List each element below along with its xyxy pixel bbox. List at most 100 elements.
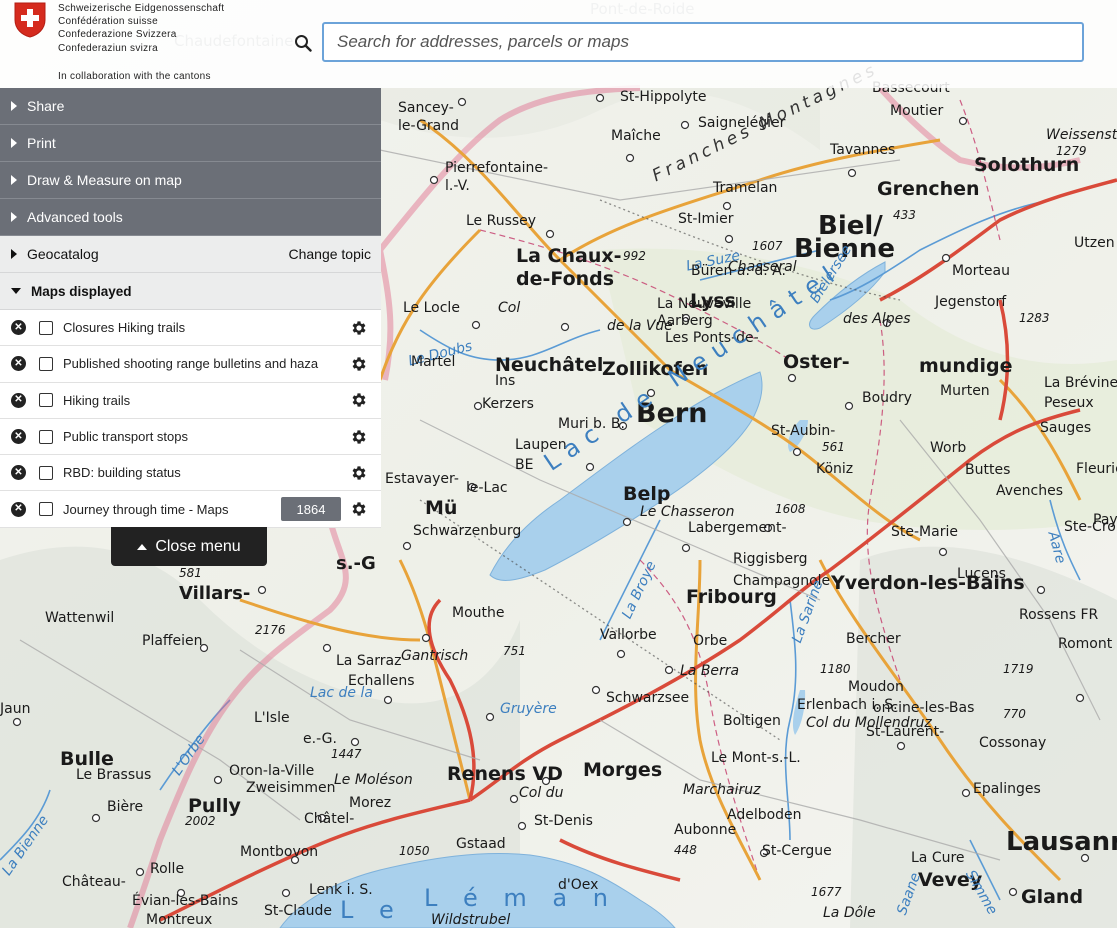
layer-row[interactable]: ✕ Public transport stops	[0, 418, 381, 456]
map-place-label: Vallorbe	[600, 627, 657, 643]
map-place-label: St-Imier	[678, 211, 734, 227]
map-place-label: Schwarzsee	[606, 690, 690, 706]
gear-icon[interactable]	[350, 500, 368, 518]
map-place-label: L e	[340, 896, 403, 924]
swiss-coat-of-arms-icon[interactable]	[14, 2, 46, 38]
layer-label[interactable]: Published shooting range bulletins and h…	[63, 356, 339, 371]
map-place-label: Grenchen	[877, 178, 980, 200]
map-place-label: La Dôle	[823, 905, 876, 921]
gear-icon[interactable]	[350, 464, 368, 482]
map-place-label: Oster-	[783, 351, 850, 373]
gear-icon[interactable]	[350, 355, 368, 373]
gear-icon[interactable]	[350, 428, 368, 446]
map-place-label: 992	[623, 249, 646, 263]
map-place-label: Montreux	[146, 912, 213, 928]
search-input[interactable]	[322, 22, 1084, 62]
remove-layer-icon[interactable]: ✕	[11, 501, 26, 517]
map-place-label: St-Claude	[264, 903, 333, 919]
year-selector[interactable]: 1864	[281, 497, 341, 522]
map-place-label: Boltigen	[723, 713, 781, 729]
map-place-label: Wattenwil	[45, 610, 115, 626]
map-place-label: 751	[503, 644, 526, 658]
layer-label[interactable]: RBD: building status	[63, 465, 339, 480]
menu-share-label: Share	[27, 98, 65, 114]
menu-share[interactable]: Share	[0, 88, 381, 125]
map-place-label: Lenk i. S.	[309, 882, 373, 898]
layer-row[interactable]: ✕ Closures Hiking trails	[0, 310, 381, 347]
map-place-label: Châtel-	[304, 811, 355, 827]
map-place-label: Renens VD	[447, 763, 563, 785]
remove-layer-icon[interactable]: ✕	[11, 465, 26, 481]
map-place-label: Avenches	[996, 483, 1064, 499]
map-place-label: 1719	[1003, 662, 1034, 676]
map-place-label: St-Laurent-	[866, 724, 945, 740]
map-place-label: Buttes	[965, 462, 1011, 478]
layer-visibility-checkbox[interactable]	[39, 320, 53, 335]
layer-label[interactable]: Closures Hiking trails	[63, 320, 339, 335]
map-place-label: Marchairuz	[683, 782, 761, 798]
caret-right-icon	[11, 249, 17, 259]
map-place-label: BE	[515, 457, 534, 473]
close-menu-label: Close menu	[155, 537, 241, 555]
map-place-label: Boudry	[862, 390, 912, 406]
menu-maps-displayed[interactable]: Maps displayed	[0, 273, 381, 310]
layer-row[interactable]: ✕ Published shooting range bulletins and …	[0, 346, 381, 383]
map-place-label: Riggisberg	[733, 551, 808, 567]
maps-displayed-label: Maps displayed	[31, 283, 132, 299]
map-place-label: Montbovon	[240, 844, 319, 860]
layer-visibility-checkbox[interactable]	[39, 502, 53, 517]
menu-print[interactable]: Print	[0, 125, 381, 162]
map-place-label: Col du	[519, 785, 564, 801]
map-place-label: des Alpes	[843, 311, 911, 327]
map-place-label: Plaffeien	[142, 633, 203, 649]
confederation-line: Confederaziun svizra	[58, 42, 158, 54]
remove-layer-icon[interactable]: ✕	[11, 429, 26, 445]
menu-geocatalog[interactable]: Geocatalog Change topic	[0, 236, 381, 273]
confederation-line: Confederazione Svizzera	[58, 29, 177, 41]
map-place-label: oncine-les-Bas	[873, 700, 975, 716]
map-place-label: Tavannes	[830, 142, 896, 158]
remove-layer-icon[interactable]: ✕	[11, 392, 26, 408]
map-place-label: Aubonne	[674, 822, 737, 838]
confederation-line: Schweizerische Eidgenossenschaft	[58, 3, 225, 14]
map-place-label: 2176	[255, 623, 286, 637]
close-menu-button[interactable]: Close menu	[111, 527, 267, 566]
map-place-label: Château-	[62, 874, 126, 890]
layer-row[interactable]: ✕ RBD: building status	[0, 455, 381, 492]
menu-advanced-tools[interactable]: Advanced tools	[0, 199, 381, 236]
layer-label[interactable]: Hiking trails	[63, 393, 339, 408]
layer-row[interactable]: ✕ Journey through time - Maps 1864	[0, 491, 381, 528]
layer-visibility-checkbox[interactable]	[39, 429, 53, 444]
map-place-label: Mü	[425, 497, 458, 519]
gear-icon[interactable]	[350, 391, 368, 409]
confederation-line: Confédération suisse	[58, 16, 158, 28]
map-place-label: Köniz	[816, 461, 854, 477]
change-topic-link[interactable]: Change topic	[288, 246, 371, 262]
remove-layer-icon[interactable]: ✕	[11, 356, 26, 372]
layer-row[interactable]: ✕ Hiking trails	[0, 382, 381, 419]
map-place-label: Murten	[940, 383, 990, 399]
gear-icon[interactable]	[350, 319, 368, 337]
map-place-label: La Berra	[680, 663, 740, 679]
layer-visibility-checkbox[interactable]	[39, 465, 53, 480]
map-place-label: 448	[674, 843, 697, 857]
map-place-label: Oron-la-Ville	[229, 763, 315, 779]
menu-draw-measure[interactable]: Draw & Measure on map	[0, 162, 381, 199]
layer-visibility-checkbox[interactable]	[39, 356, 53, 371]
search-button[interactable]	[287, 27, 319, 59]
side-menu: Share Print Draw & Measure on map Advanc…	[0, 88, 381, 528]
layer-visibility-checkbox[interactable]	[39, 393, 53, 408]
map-place-label: 770	[1003, 707, 1026, 721]
map-place-label: Col	[498, 300, 521, 316]
map-place-label: Évian-les-Bains	[132, 893, 239, 909]
map-place-label: Epalinges	[973, 781, 1041, 797]
map-place-label: Worb	[930, 440, 967, 456]
map-place-label: Sauges	[1040, 420, 1092, 436]
map-place-label: Adelboden	[727, 807, 802, 823]
map-place-label: Morez	[349, 795, 392, 811]
remove-layer-icon[interactable]: ✕	[11, 320, 26, 336]
search-icon	[295, 35, 312, 52]
layer-label[interactable]: Public transport stops	[63, 429, 339, 444]
map-place-label: 2002	[185, 814, 216, 828]
map-place-label: mundige	[919, 355, 1013, 377]
